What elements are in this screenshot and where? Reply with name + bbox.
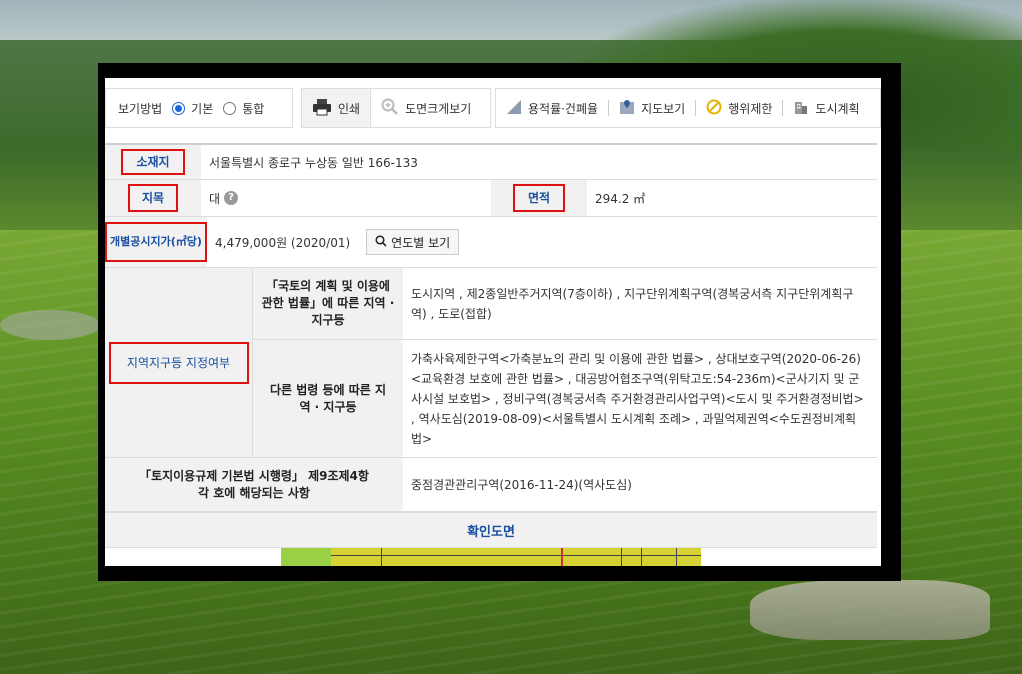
tools-group: 용적률·건폐율 지도보기 행위제한 도시계획 <box>495 88 881 128</box>
print-label: 인쇄 <box>338 101 361 116</box>
location-label: 소재지 <box>121 149 185 175</box>
printer-icon <box>312 98 332 119</box>
confirm-map-title: 확인도면 <box>105 512 877 548</box>
map-view-button[interactable]: 지도보기 <box>609 88 695 128</box>
urban-plan-button[interactable]: 도시계획 <box>783 88 869 128</box>
urban-plan-label: 도시계획 <box>815 101 860 116</box>
area-label: 면적 <box>513 184 565 212</box>
zoning-header: 지역지구등 지정여부 <box>105 268 253 457</box>
enforcement-header: 「토지이용규제 기본법 시행령」 제9조제4항 각 호에 해당되는 사항 <box>105 458 403 511</box>
zoning-national-header: 「국토의 계획 및 이용에 관한 법률」에 따른 지역 · 지구등 <box>253 268 403 340</box>
far-bcr-button[interactable]: 용적률·건폐율 <box>496 88 608 128</box>
land-use-plan-panel: 보기방법 기본 통합 인쇄 도면크게보기 용적률·건폐율 지도보기 행위제한 도… <box>105 78 881 566</box>
zoning-label: 지역지구등 지정여부 <box>108 341 249 384</box>
location-header: 소재지 <box>105 145 201 179</box>
year-view-button[interactable]: 연도별 보기 <box>366 229 460 255</box>
land-price-value: 4,479,000원 (2020/01) <box>215 235 351 250</box>
building-icon <box>793 99 809 118</box>
land-category-value: 대 <box>209 191 221 206</box>
map-pin-icon <box>619 99 635 118</box>
map-view-label: 지도보기 <box>641 101 686 116</box>
prohibited-icon <box>706 99 722 118</box>
magnifier-plus-icon <box>381 98 399 119</box>
print-group: 인쇄 도면크게보기 <box>301 88 491 128</box>
land-category-header: 지목 <box>105 180 201 216</box>
radio-selected-icon[interactable] <box>172 101 186 115</box>
restriction-button[interactable]: 행위제한 <box>696 88 782 128</box>
view-basic-radio[interactable]: 기본 <box>172 100 213 117</box>
enforcement-row: 「토지이용규제 기본법 시행령」 제9조제4항 각 호에 해당되는 사항 중점경… <box>105 458 877 512</box>
land-price-label: 개별공시지가(㎡당) <box>105 222 207 262</box>
category-area-row: 지목 대 ? 면적 294.2 ㎡ <box>105 180 877 217</box>
location-value: 서울특별시 종로구 누상동 일반 166-133 <box>209 155 418 170</box>
zoning-other-header: 다른 법령 등에 따른 지역 · 지구등 <box>253 340 403 457</box>
year-view-label: 연도별 보기 <box>391 235 451 250</box>
view-mode-group: 보기방법 기본 통합 <box>105 88 293 128</box>
print-button[interactable]: 인쇄 <box>302 89 372 127</box>
zoning-other-value: 가축사육제한구역<가축분뇨의 관리 및 이용에 관한 법률> , 상대보호구역(… <box>411 351 864 446</box>
ruler-triangle-icon <box>506 99 522 118</box>
view-integrated-radio[interactable]: 통합 <box>223 100 264 117</box>
view-mode-label: 보기방법 <box>118 101 163 116</box>
land-price-row: 개별공시지가(㎡당) 4,479,000원 (2020/01) 연도별 보기 <box>105 217 877 268</box>
search-icon <box>375 234 387 250</box>
zoom-map-button[interactable]: 도면크게보기 <box>371 88 481 128</box>
toolbar: 보기방법 기본 통합 인쇄 도면크게보기 용적률·건폐율 지도보기 행위제한 도… <box>105 88 881 128</box>
enforcement-value: 중점경관관리구역(2016-11-24)(역사도심) <box>411 478 632 492</box>
land-category-label: 지목 <box>128 184 178 212</box>
view-basic-label: 기본 <box>191 101 214 116</box>
area-header: 면적 <box>491 180 587 216</box>
land-price-cell: 4,479,000원 (2020/01) 연도별 보기 <box>207 217 877 267</box>
zoning-row: 지역지구등 지정여부 「국토의 계획 및 이용에 관한 법률」에 따른 지역 ·… <box>105 268 877 458</box>
help-icon[interactable]: ? <box>224 191 239 205</box>
land-price-header: 개별공시지가(㎡당) <box>105 217 207 267</box>
confirm-map-image[interactable] <box>281 548 701 566</box>
zoom-map-label: 도면크게보기 <box>405 101 472 116</box>
area-value: 294.2 ㎡ <box>595 191 646 206</box>
land-category-cell: 대 ? <box>201 180 491 216</box>
zoning-national-value: 도시지역 , 제2종일반주거지역(7층이하) , 지구단위계획구역(경복궁서측 … <box>403 268 877 340</box>
view-integrated-label: 통합 <box>242 101 265 116</box>
radio-unselected-icon[interactable] <box>223 101 237 115</box>
restriction-label: 행위제한 <box>728 101 773 116</box>
far-bcr-label: 용적률·건폐율 <box>528 101 599 116</box>
location-row: 소재지 서울특별시 종로구 누상동 일반 166-133 <box>105 143 877 180</box>
